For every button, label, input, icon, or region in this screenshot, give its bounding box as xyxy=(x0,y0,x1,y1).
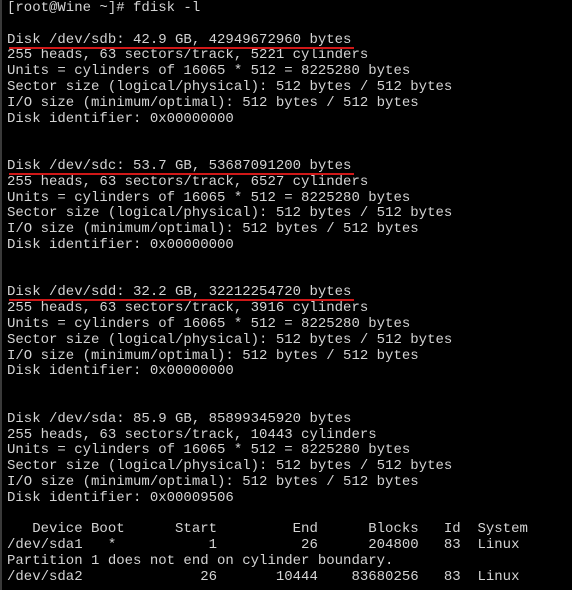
output-line: Units = cylinders of 16065 * 512 = 82252… xyxy=(7,189,411,206)
output-line: Device Boot Start End Blocks Id System xyxy=(7,521,528,538)
output-line: Disk identifier: 0x00000000 xyxy=(7,363,234,380)
red-underline-annotation xyxy=(9,173,354,175)
output-line: Sector size (logical/physical): 512 byte… xyxy=(7,331,453,348)
red-underline-annotation xyxy=(9,46,354,49)
output-line: 255 heads, 63 sectors/track, 10443 cylin… xyxy=(7,426,377,443)
output-line: /dev/sda2 26 10444 83680256 83 Linux xyxy=(7,568,520,585)
output-line: Partition 1 does not end on cylinder bou… xyxy=(7,553,394,569)
output-line: Sector size (logical/physical): 512 byte… xyxy=(7,205,453,222)
output-line: Disk /dev/sda: 85.9 GB, 85899345920 byte… xyxy=(7,410,352,427)
output-line: I/O size (minimum/optimal): 512 bytes / … xyxy=(7,94,419,111)
terminal-window[interactable]: [root@Wine ~]# fdisk -l Disk /dev/sdb: 42… xyxy=(0,0,572,590)
output-line: 255 heads, 63 sectors/track, 3916 cylind… xyxy=(7,300,369,317)
output-line: Disk identifier: 0x00000000 xyxy=(7,110,234,127)
output-line: Disk /dev/sdd: 32.2 GB, 32212254720 byte… xyxy=(7,284,352,301)
output-line: Units = cylinders of 16065 * 512 = 82252… xyxy=(7,63,411,80)
output-line: Units = cylinders of 16065 * 512 = 82252… xyxy=(7,316,411,332)
output-line: Sector size (logical/physical): 512 byte… xyxy=(7,458,453,475)
output-line: /dev/sda1 * 1 26 204800 83 Linux xyxy=(7,537,520,554)
output-line: 255 heads, 63 sectors/track, 6527 cylind… xyxy=(7,173,369,190)
output-line: Disk /dev/sdb: 42.9 GB, 42949672960 byte… xyxy=(7,31,352,48)
output-line: I/O size (minimum/optimal): 512 bytes / … xyxy=(7,474,419,490)
output-line: Disk identifier: 0x00009506 xyxy=(7,489,234,506)
output-line: 255 heads, 63 sectors/track, 5221 cylind… xyxy=(7,47,369,64)
output-line: Units = cylinders of 16065 * 512 = 82252… xyxy=(7,442,411,459)
output-line: Disk /dev/sdc: 53.7 GB, 53687091200 byte… xyxy=(7,158,352,174)
command-prompt-line: [root@Wine ~]# fdisk -l xyxy=(7,0,201,16)
output-line: Disk identifier: 0x00000000 xyxy=(7,237,234,253)
output-line: I/O size (minimum/optimal): 512 bytes / … xyxy=(7,221,419,238)
output-line: Sector size (logical/physical): 512 byte… xyxy=(7,79,453,95)
red-underline-annotation xyxy=(9,299,354,302)
output-line: I/O size (minimum/optimal): 512 bytes / … xyxy=(7,347,419,364)
